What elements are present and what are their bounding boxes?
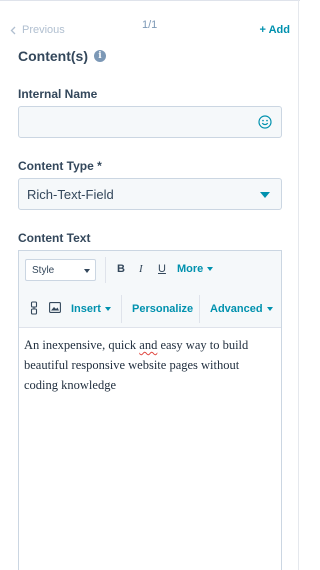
add-button[interactable]: + Add (260, 24, 290, 36)
caret-down-icon (104, 307, 111, 311)
top-border (0, 0, 300, 1)
chevron-left-icon (10, 26, 16, 34)
right-border (298, 0, 299, 570)
caret-down-icon (84, 269, 90, 273)
image-icon[interactable] (49, 302, 61, 313)
toolbar-divider (105, 257, 106, 283)
content-type-label: Content Type * (18, 159, 102, 173)
pager: 1/1 (142, 19, 158, 31)
editor-toolbar: Style B I U More Insert Personalize Adva… (19, 251, 281, 328)
content-text-start: An inexpensive, quick (24, 338, 140, 352)
style-label: Style (32, 265, 55, 276)
more-label: More (177, 263, 204, 275)
content-text-label: Content Text (18, 231, 91, 245)
rich-text-editor: Style B I U More Insert Personalize Adva… (18, 250, 282, 570)
bold-button[interactable]: B (117, 263, 125, 275)
caret-down-icon (266, 307, 273, 311)
advanced-button[interactable]: Advanced (210, 303, 273, 315)
internal-name-label: Internal Name (18, 87, 98, 101)
content-type-select[interactable]: Rich-Text-Field (18, 178, 282, 210)
toolbar-divider (199, 295, 200, 323)
caret-down-icon (207, 267, 214, 271)
internal-name-input[interactable] (18, 106, 282, 138)
section-title: Content(s) i (18, 48, 106, 64)
underline-button[interactable]: U (158, 263, 166, 275)
info-icon[interactable]: i (94, 50, 106, 62)
spellcheck-word: and (139, 338, 158, 352)
emoji-icon[interactable] (258, 115, 272, 129)
insert-label: Insert (71, 303, 101, 315)
caret-down-icon (260, 192, 270, 198)
insert-button[interactable]: Insert (71, 303, 111, 315)
toolbar-divider (121, 295, 122, 323)
style-dropdown[interactable]: Style (25, 259, 96, 281)
content-type-value: Rich-Text-Field (27, 187, 114, 202)
previous-label: Previous (22, 24, 65, 36)
personalize-button[interactable]: Personalize (132, 303, 193, 315)
personalize-token-icon[interactable] (29, 301, 39, 315)
previous-link[interactable]: Previous (10, 24, 65, 36)
more-button[interactable]: More (177, 263, 214, 275)
editor-content[interactable]: An inexpensive, quick and easy way to bu… (24, 335, 276, 395)
italic-button[interactable]: I (139, 263, 143, 275)
section-title-text: Content(s) (18, 48, 88, 64)
advanced-label: Advanced (210, 303, 263, 315)
